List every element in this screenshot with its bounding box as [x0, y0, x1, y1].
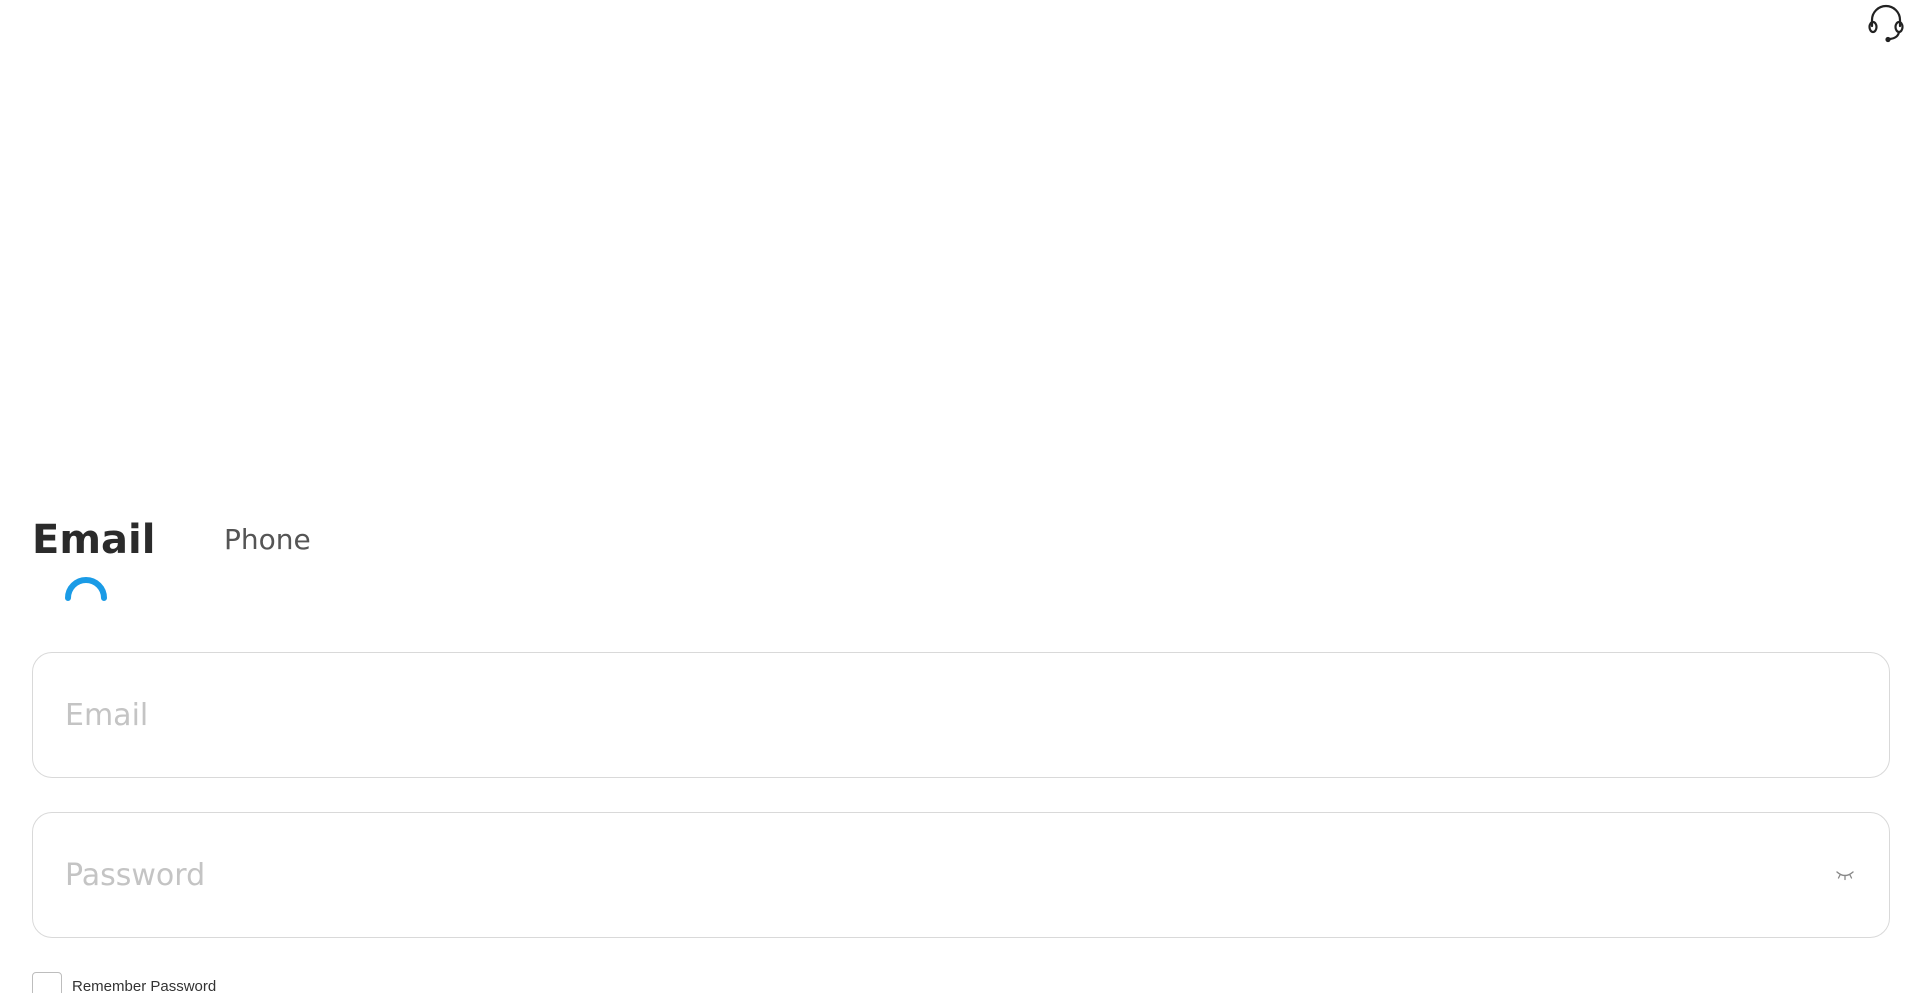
tab-phone[interactable]: Phone [224, 518, 311, 562]
tab-email[interactable]: Email [32, 512, 155, 568]
email-field [32, 652, 1890, 778]
active-tab-indicator [65, 577, 107, 601]
remember-password-checkbox[interactable] [32, 972, 62, 993]
remember-password-row: Remember Password [32, 972, 216, 993]
email-input[interactable] [65, 653, 1805, 777]
password-visibility-toggle[interactable] [1829, 859, 1861, 891]
password-input[interactable] [65, 813, 1805, 937]
password-field [32, 812, 1890, 938]
customer-support-button[interactable] [1864, 0, 1908, 44]
login-page: Email Phone Remember Password [0, 0, 1920, 993]
remember-password-label[interactable]: Remember Password [72, 978, 216, 993]
eye-closed-icon [1836, 871, 1854, 881]
headset-icon [1868, 4, 1904, 43]
